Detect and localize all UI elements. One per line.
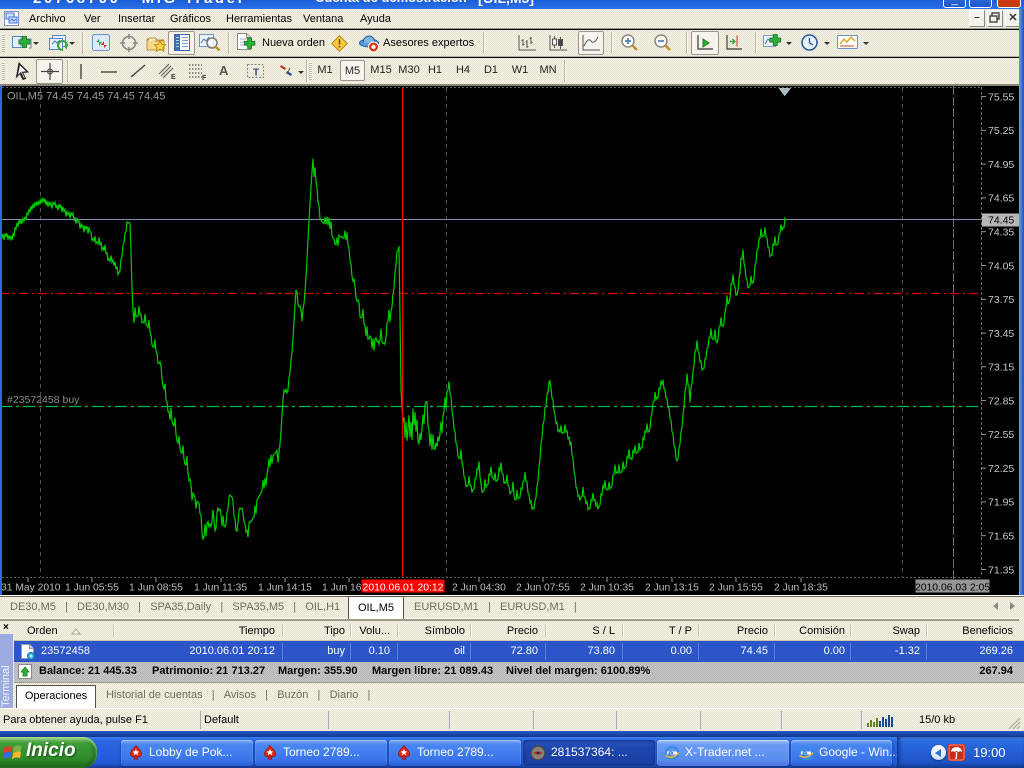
svg-text:2 Jun 04:30: 2 Jun 04:30 [452,583,506,594]
svg-text:!: ! [338,37,342,51]
svg-text:74.65: 74.65 [988,193,1014,205]
svg-text:31 May 2010: 31 May 2010 [1,583,61,594]
svg-text:71.65: 71.65 [988,531,1014,543]
svg-text:T: T [253,68,259,79]
svg-text:F: F [202,75,207,82]
svg-text:74.95: 74.95 [988,159,1014,171]
svg-text:E: E [171,74,176,81]
svg-text:1 Jun 05:55: 1 Jun 05:55 [65,583,119,594]
svg-text:71.95: 71.95 [988,497,1014,509]
svg-text:72.55: 72.55 [988,429,1014,441]
svg-text:OIL,M5 74.45 74.45 74.45 74.4: OIL,M5 74.45 74.45 74.45 74.45 [7,91,165,103]
svg-text:72.85: 72.85 [988,395,1014,407]
svg-text:2010.06.01 20:12: 2010.06.01 20:12 [363,582,444,593]
svg-text:1 Jun 08:55: 1 Jun 08:55 [129,583,183,594]
svg-text:74.45: 74.45 [988,215,1014,227]
svg-text:74.35: 74.35 [988,227,1014,239]
svg-text:72.25: 72.25 [988,463,1014,475]
svg-text:75.25: 75.25 [988,125,1014,137]
svg-text:75.55: 75.55 [988,91,1014,103]
svg-text:2 Jun 15:55: 2 Jun 15:55 [709,583,763,594]
svg-text:2010.06.03 2:05: 2010.06.03 2:05 [915,582,990,593]
svg-text:73.75: 73.75 [988,294,1014,306]
svg-text:71.35: 71.35 [988,564,1014,576]
svg-text:74.05: 74.05 [988,260,1014,272]
svg-text:#23572458 buy: #23572458 buy [7,394,80,406]
svg-text:1 Jun 14:15: 1 Jun 14:15 [258,583,312,594]
svg-text:2 Jun 18:35: 2 Jun 18:35 [774,583,828,594]
svg-text:73.45: 73.45 [988,328,1014,340]
svg-text:2 Jun 13:15: 2 Jun 13:15 [645,583,699,594]
svg-text:2 Jun 07:55: 2 Jun 07:55 [516,583,570,594]
svg-text:1 Jun 11:35: 1 Jun 11:35 [194,583,247,594]
svg-text:2 Jun 10:35: 2 Jun 10:35 [580,583,634,594]
svg-text:73.15: 73.15 [988,362,1014,374]
